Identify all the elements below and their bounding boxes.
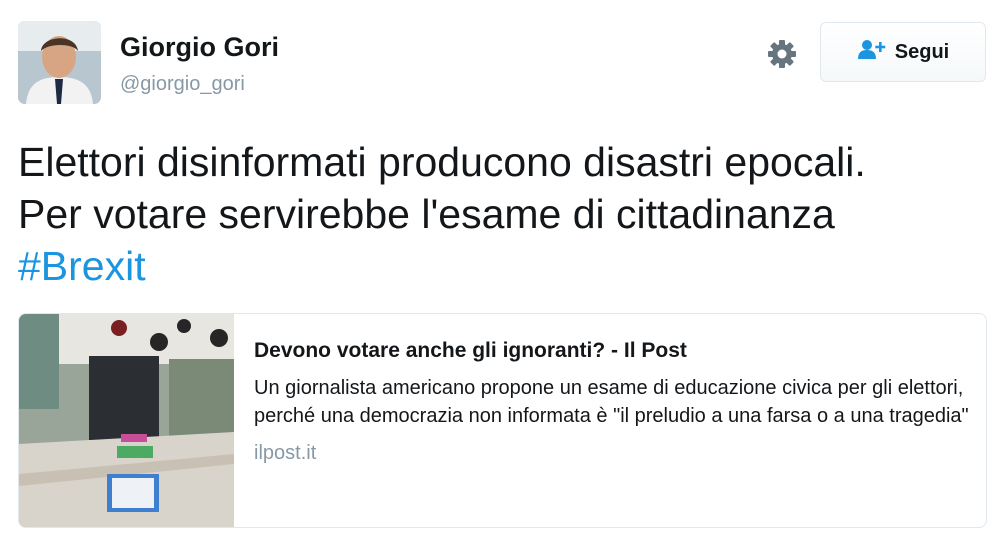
avatar[interactable] (18, 21, 101, 104)
card-description: Un giornalista americano propone un esam… (254, 377, 969, 427)
hashtag-link[interactable]: #Brexit (18, 243, 146, 289)
link-card[interactable]: Devono votare anche gli ignoranti? - Il … (18, 313, 987, 528)
tweet-line: Elettori disinformati producono disastri… (18, 139, 866, 185)
card-domain[interactable]: ilpost.it (254, 442, 974, 465)
avatar-photo (18, 21, 101, 104)
add-user-icon (857, 39, 887, 66)
follow-button[interactable]: Segui (820, 22, 986, 82)
gear-icon[interactable] (766, 38, 798, 70)
follow-label: Segui (894, 40, 950, 63)
card-image (19, 314, 234, 527)
tweet-text: Elettori disinformati producono disastri… (18, 136, 993, 292)
card-title[interactable]: Devono votare anche gli ignoranti? - Il … (254, 338, 974, 364)
user-handle[interactable]: @giorgio_gori (120, 72, 245, 96)
tweet-line: Per votare servirebbe l'esame di cittadi… (18, 191, 835, 237)
user-name[interactable]: Giorgio Gori (120, 30, 279, 64)
